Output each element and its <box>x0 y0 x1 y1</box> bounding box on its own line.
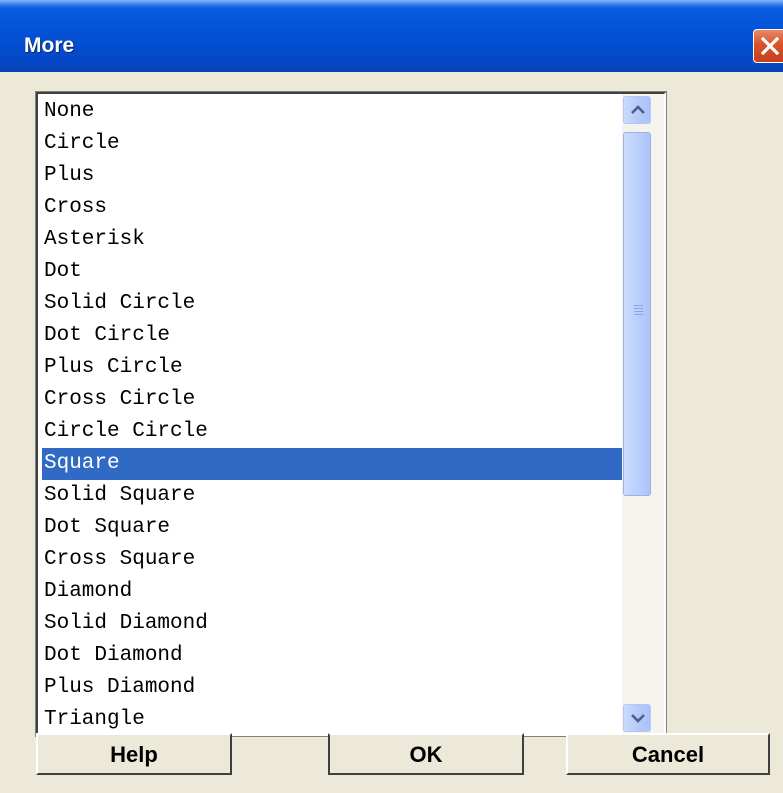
list-item[interactable]: Dot <box>42 256 622 288</box>
scroll-up-button[interactable] <box>623 96 651 124</box>
list-item[interactable]: Asterisk <box>42 224 622 256</box>
close-icon <box>761 37 779 55</box>
list-item[interactable]: Circle <box>42 128 622 160</box>
list-item[interactable]: Cross Circle <box>42 384 622 416</box>
listbox-items: None Circle Plus Cross Asterisk Dot Solid Circ… <box>42 96 622 732</box>
list-item[interactable]: Dot Circle <box>42 320 622 352</box>
scroll-up-arrow-icon <box>631 105 645 114</box>
list-item[interactable]: Plus Circle <box>42 352 622 384</box>
close-button[interactable] <box>753 29 783 63</box>
ok-button[interactable]: OK <box>328 733 524 775</box>
list-item[interactable]: Dot Diamond <box>42 640 622 672</box>
help-button[interactable]: Help <box>36 733 232 775</box>
list-item[interactable]: Diamond <box>42 576 622 608</box>
scroll-down-arrow-icon <box>631 714 645 723</box>
scroll-down-button[interactable] <box>623 704 651 732</box>
scroll-thumb-grip-icon <box>634 305 643 315</box>
list-item-selected[interactable]: Square <box>42 448 622 480</box>
list-item[interactable]: Triangle <box>42 704 622 732</box>
vertical-scrollbar[interactable] <box>622 94 664 734</box>
cancel-button[interactable]: Cancel <box>566 733 770 775</box>
list-item[interactable]: Solid Diamond <box>42 608 622 640</box>
window-title: More <box>24 34 75 57</box>
list-item[interactable]: Dot Square <box>42 512 622 544</box>
list-item[interactable]: Solid Square <box>42 480 622 512</box>
list-item[interactable]: Circle Circle <box>42 416 622 448</box>
title-bar[interactable]: More <box>0 0 783 72</box>
list-item[interactable]: Cross Square <box>42 544 622 576</box>
dialog-window: More None Circle Plus Cross Asterisk Dot Solid… <box>0 0 783 793</box>
title-bar-shine <box>0 0 783 8</box>
symbol-listbox[interactable]: None Circle Plus Cross Asterisk Dot Solid Circ… <box>35 91 667 737</box>
scroll-thumb[interactable] <box>623 132 651 496</box>
list-item[interactable]: Plus Diamond <box>42 672 622 704</box>
list-item[interactable]: Plus <box>42 160 622 192</box>
list-item[interactable]: Solid Circle <box>42 288 622 320</box>
list-item[interactable]: None <box>42 96 622 128</box>
list-item[interactable]: Cross <box>42 192 622 224</box>
